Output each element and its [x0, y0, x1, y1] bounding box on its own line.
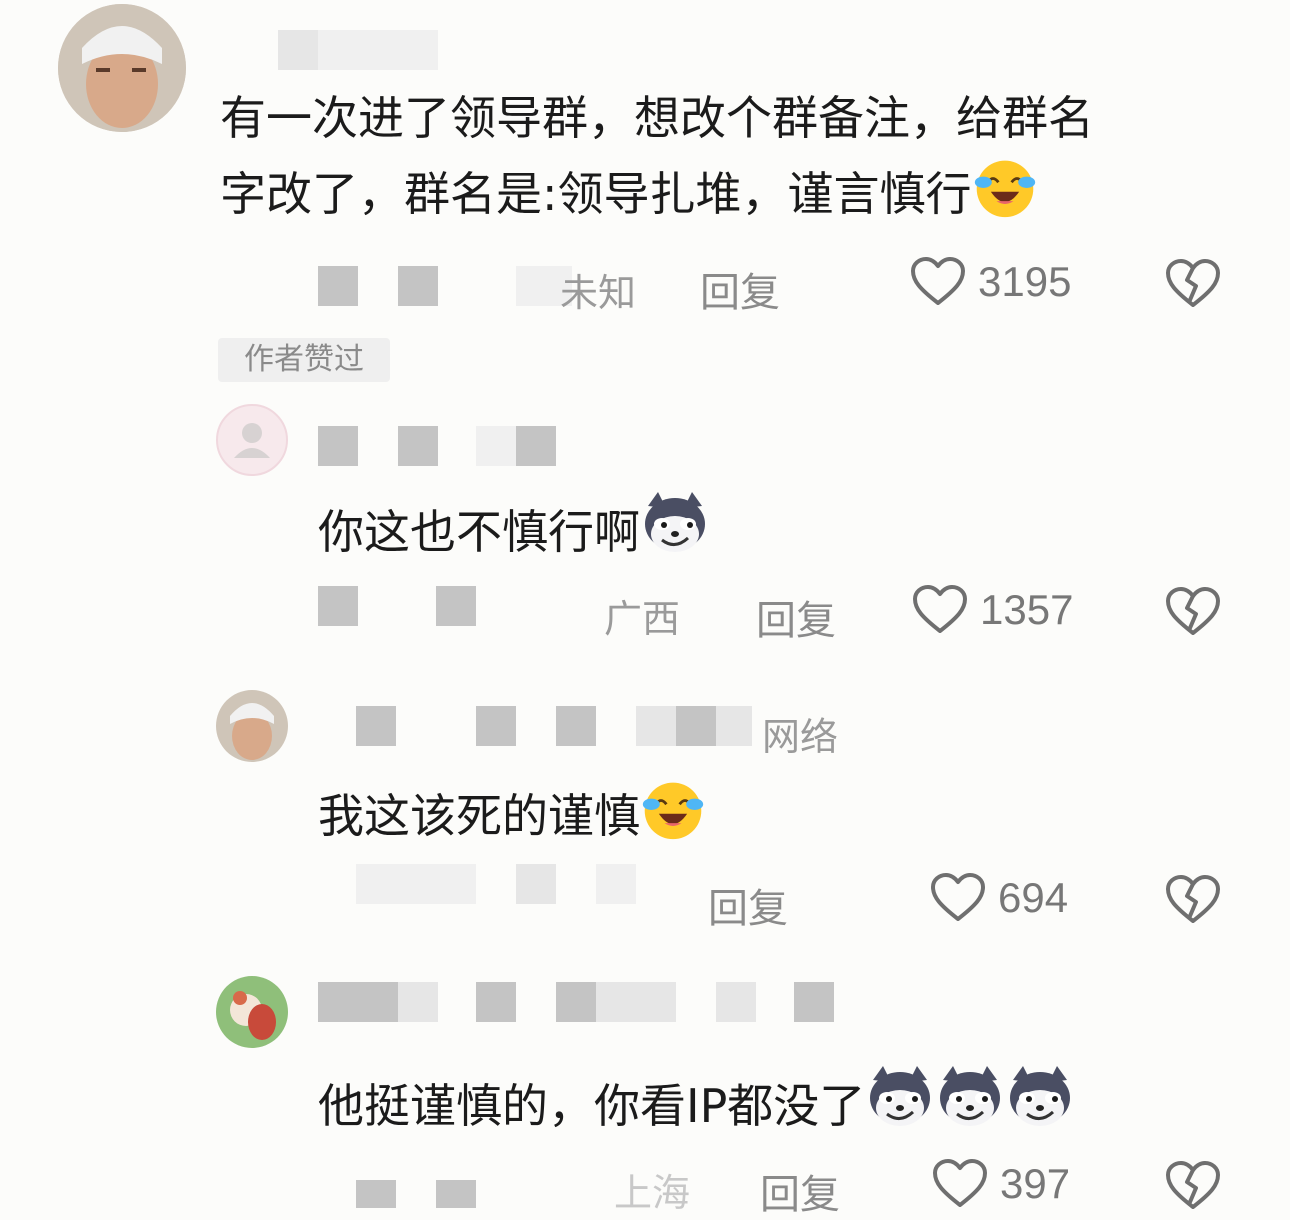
username-blurred[interactable] — [398, 982, 438, 1022]
like-count: 1357 — [980, 586, 1074, 633]
username-blurred[interactable] — [318, 982, 398, 1022]
timestamp-blurred — [318, 586, 358, 626]
like-button[interactable]: 3195 — [910, 256, 1071, 308]
timestamp-blurred — [436, 586, 476, 626]
reply-button[interactable]: 回复 — [708, 876, 788, 934]
heart-outline-icon — [910, 256, 966, 308]
reply-button[interactable]: 回复 — [700, 260, 780, 318]
comment-text-line1: 有一次进了领导群，想改个群备注，给群名 — [220, 91, 1094, 145]
timestamp-blurred — [356, 864, 476, 904]
like-button[interactable]: 1357 — [912, 584, 1073, 636]
username-blurred[interactable] — [318, 426, 358, 466]
husky-emoji — [865, 1062, 935, 1132]
laugh-cry-emoji — [640, 776, 706, 842]
broken-heart-icon[interactable] — [1165, 1160, 1221, 1212]
reply-comment-item: 网络 我这该死的谨慎 回复 694 — [0, 684, 1290, 954]
author-liked-badge: 作者赞过 — [218, 338, 390, 382]
broken-heart-icon[interactable] — [1165, 258, 1221, 310]
avatar[interactable] — [216, 690, 288, 762]
username-blurred[interactable] — [636, 706, 676, 746]
username-blurred[interactable] — [556, 982, 596, 1022]
username-suffix: 网络 — [762, 715, 839, 759]
comment-text: 我这该死的谨慎 — [318, 776, 706, 852]
heart-outline-icon — [930, 872, 986, 924]
comment-text-content: 他挺谨慎的，你看IP都没了 — [318, 1079, 866, 1133]
comment-text: 有一次进了领导群，想改个群备注，给群名 字改了，群名是:领导扎堆，谨言慎行 — [220, 82, 1094, 230]
user-placeholder-icon — [234, 423, 270, 458]
avatar[interactable] — [216, 976, 288, 1048]
username-blurred[interactable] — [516, 426, 556, 466]
husky-emoji — [935, 1062, 1005, 1132]
like-count: 397 — [1000, 1160, 1071, 1207]
broken-heart-icon[interactable] — [1165, 874, 1221, 926]
comment-text-content: 我这该死的谨慎 — [318, 789, 640, 843]
like-button[interactable]: 397 — [932, 1158, 1070, 1210]
username-blurred[interactable] — [716, 706, 752, 746]
location: 广西 — [604, 597, 681, 641]
username-blurred[interactable] — [596, 982, 676, 1022]
timestamp-blurred — [436, 1180, 476, 1208]
comment-text: 你这也不慎行啊 — [318, 488, 710, 568]
reply-comment-item: 你这也不慎行啊 广西 回复 1357 — [0, 400, 1290, 660]
location: 上海 — [614, 1171, 691, 1215]
heart-outline-icon — [912, 584, 968, 636]
username-blurred[interactable] — [794, 982, 834, 1022]
like-count: 3195 — [978, 258, 1072, 305]
timestamp-blurred — [398, 266, 438, 306]
username-blurred[interactable] — [676, 706, 716, 746]
timestamp-blurred — [318, 266, 358, 306]
username-blurred[interactable] — [476, 706, 516, 746]
broken-heart-icon[interactable] — [1165, 586, 1221, 638]
comment-text-content: 你这也不慎行啊 — [318, 505, 640, 559]
username-blurred[interactable] — [716, 982, 756, 1022]
username-blurred[interactable] — [556, 706, 596, 746]
laugh-cry-emoji — [972, 154, 1038, 220]
comment-text: 他挺谨慎的，你看IP都没了 — [318, 1062, 1075, 1142]
reply-button[interactable]: 回复 — [760, 1162, 840, 1220]
reply-button[interactable]: 回复 — [756, 588, 836, 646]
timestamp-blurred — [596, 864, 636, 904]
husky-emoji — [1005, 1062, 1075, 1132]
username-blurred[interactable] — [476, 982, 516, 1022]
timestamp-blurred — [356, 1180, 396, 1208]
timestamp-blurred — [516, 864, 556, 904]
like-count: 694 — [998, 874, 1069, 921]
comment-text-line2: 字改了，群名是:领导扎堆，谨言慎行 — [220, 167, 972, 221]
username-blurred[interactable] — [356, 706, 396, 746]
heart-outline-icon — [932, 1158, 988, 1210]
comment-item: 有一次进了领导群，想改个群备注，给群名 字改了，群名是:领导扎堆，谨言慎行 未知… — [0, 0, 1290, 390]
location: 未知 — [560, 271, 637, 315]
avatar[interactable] — [58, 4, 186, 132]
username-blurred[interactable] — [278, 30, 438, 70]
username-blurred[interactable] — [398, 426, 438, 466]
reply-comment-item: 他挺谨慎的，你看IP都没了 上海 回复 397 — [0, 970, 1290, 1218]
username-blurred[interactable] — [476, 426, 516, 466]
avatar-default[interactable] — [216, 404, 288, 476]
like-button[interactable]: 694 — [930, 872, 1068, 924]
husky-emoji — [640, 488, 710, 558]
